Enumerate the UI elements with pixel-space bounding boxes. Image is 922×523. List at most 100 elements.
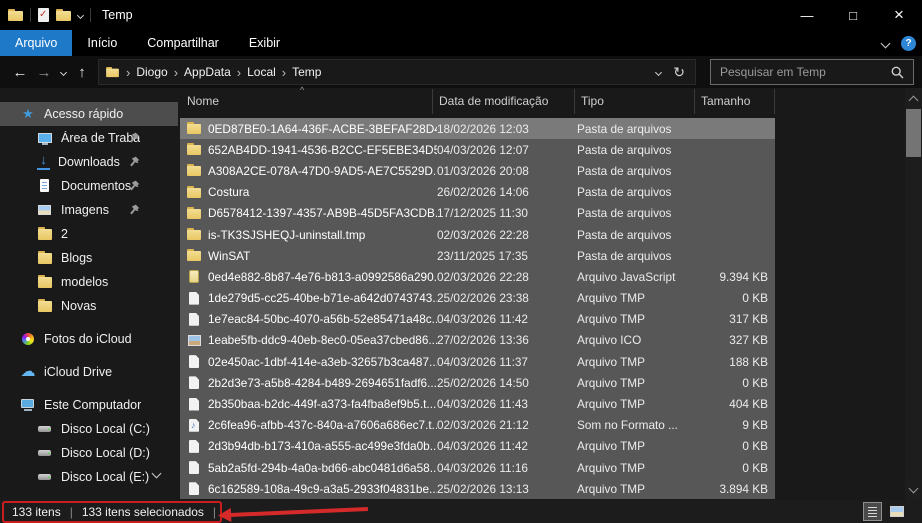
scroll-down-icon[interactable] [905, 481, 922, 498]
breadcrumb-item[interactable]: AppData [184, 65, 231, 79]
desktop-icon [37, 130, 53, 146]
type-cell: Pasta de arquivos [577, 163, 672, 178]
breadcrumb-item[interactable]: Temp [292, 65, 321, 79]
sidebar-item-novas[interactable]: Novas [0, 294, 178, 318]
icloud-photos-icon [20, 331, 36, 347]
details-view-button[interactable] [863, 502, 882, 521]
sidebar-item-disco-local-c[interactable]: Disco Local (C:) [0, 417, 178, 441]
file-row[interactable]: 1eabe5fb-ddc9-40eb-8ec0-05ea37cbed86... 2… [180, 329, 775, 352]
tab-arquivo[interactable]: Arquivo [0, 30, 73, 56]
file-row[interactable]: 02e450ac-1dbf-414e-a3eb-32657b3ca487....… [180, 351, 775, 373]
sidebar-item-area-de-trabalho[interactable]: Área de Traba [0, 126, 178, 150]
type-cell: Arquivo TMP [577, 312, 645, 327]
sidebar-item-disco-local-d[interactable]: Disco Local (D:) [0, 441, 178, 465]
file-row[interactable]: 2c6fea96-afbb-437c-840a-a7606a686ec7.t..… [180, 414, 775, 436]
sidebar-item-fotos-do-icloud[interactable]: Fotos do iCloud [0, 327, 178, 351]
folder-icon [187, 206, 202, 221]
sidebar-item-2[interactable]: 2 [0, 222, 178, 246]
thumbnails-view-icon [889, 506, 904, 517]
sidebar-item-modelos[interactable]: modelos [0, 270, 178, 294]
search-input[interactable]: Pesquisar em Temp [710, 59, 914, 85]
folder-icon [187, 163, 202, 178]
file-row[interactable]: 652AB4DD-1941-4536-B2CC-EF5EBE34D5... 04/… [180, 139, 775, 161]
type-cell: Pasta de arquivos [577, 121, 672, 136]
file-name: 1e7eac84-50bc-4070-a56b-52e85471a48c.... [208, 312, 437, 327]
maximize-button[interactable]: □ [830, 0, 876, 30]
close-button[interactable]: × [876, 0, 922, 30]
column-header-nome[interactable]: Nome [180, 89, 433, 114]
expand-ribbon-chevron-icon[interactable] [880, 38, 891, 48]
thumbnails-view-button[interactable] [887, 502, 906, 521]
sidebar-scroll-down-icon[interactable] [151, 464, 162, 482]
properties-icon[interactable]: ✓ [38, 8, 49, 22]
file-row[interactable]: 1e7eac84-50bc-4070-a56b-52e85471a48c....… [180, 308, 775, 330]
sidebar-item-downloads[interactable]: ↓ Downloads [0, 150, 178, 174]
up-button[interactable]: ↑ [70, 64, 94, 81]
sidebar-item-blogs[interactable]: Blogs [0, 246, 178, 270]
file-row[interactable]: 2b2d3e73-a5b8-4284-b489-2694651fadf6....… [180, 372, 775, 394]
drive-icon [37, 445, 53, 461]
help-icon[interactable]: ? [901, 35, 916, 51]
file-row[interactable]: 1de279d5-cc25-40be-b71e-a642d0743743... 2… [180, 287, 775, 309]
sidebar-item-imagens[interactable]: Imagens [0, 198, 178, 222]
pin-icon [129, 180, 140, 194]
column-header-tipo[interactable]: Tipo [575, 89, 695, 114]
folder-icon [187, 227, 202, 242]
tab-compartilhar[interactable]: Compartilhar [132, 30, 234, 56]
file-row[interactable]: A308A2CE-078A-47D0-9AD5-AE7C5529D... 01/0… [180, 160, 775, 182]
size-cell: 0 KB [742, 291, 768, 306]
folder-icon [187, 121, 202, 136]
location-folder-icon [106, 66, 119, 77]
type-cell: Arquivo TMP [577, 291, 645, 306]
file-icon [187, 481, 202, 496]
sidebar-item-acesso-rapido[interactable]: ★ Acesso rápido [0, 102, 178, 126]
file-name-cell: 1eabe5fb-ddc9-40eb-8ec0-05ea37cbed86... [187, 333, 437, 348]
date-modified-cell: 17/12/2025 11:30 [437, 206, 528, 221]
back-button[interactable]: ← [8, 64, 32, 81]
file-row[interactable]: 6c162589-108a-49c9-a3a5-2933f04831be....… [180, 478, 775, 500]
file-row[interactable]: 0ed4e882-8b87-4e76-b813-a0992586a290... 0… [180, 266, 775, 288]
file-name: 6c162589-108a-49c9-a3a5-2933f04831be.... [208, 481, 437, 496]
column-header-tamanho[interactable]: Tamanho [695, 89, 775, 114]
breadcrumb-item[interactable]: Local [247, 65, 276, 79]
breadcrumb-separator-icon: › [281, 64, 287, 80]
tab-exibir[interactable]: Exibir [234, 30, 295, 56]
forward-button[interactable]: → [32, 64, 56, 81]
download-icon: ↓ [37, 153, 50, 170]
file-row[interactable]: WinSAT 23/11/2025 17:35 Pasta de arquivos [180, 245, 775, 267]
customize-qat-chevron-icon[interactable] [76, 11, 85, 19]
folder-icon [37, 298, 53, 314]
column-header-data-de-modifica-o[interactable]: Data de modificação [433, 89, 575, 114]
breadcrumb[interactable]: › Diogo › AppData › Local › Temp ↻ [98, 59, 696, 85]
file-name-cell: 2b350baa-b2dc-449f-a373-fa4fba8ef9b5.t..… [187, 397, 437, 412]
file-icon [187, 291, 202, 306]
file-row[interactable]: 2b350baa-b2dc-449f-a373-fa4fba8ef9b5.t..… [180, 393, 775, 415]
file-row[interactable]: Costura 26/02/2026 14:06 Pasta de arquivos [180, 181, 775, 203]
address-bar: ← → ↑ › Diogo › AppData › Local › Temp ↻ Pesqui… [0, 56, 922, 88]
file-row[interactable]: is-TK3SJSHEQJ-uninstall.tmp 02/03/2026 22… [180, 223, 775, 246]
minimize-button[interactable]: — [784, 0, 830, 30]
sidebar-item-icloud-drive[interactable]: ☁ iCloud Drive [0, 360, 178, 384]
vertical-scrollbar[interactable] [905, 88, 922, 500]
type-cell: Arquivo ICO [577, 333, 642, 348]
drive-icon [37, 469, 53, 485]
scrollbar-thumb[interactable] [906, 109, 921, 157]
file-row[interactable]: D6578412-1397-4357-AB9B-45D5FA3CDB... 17/… [180, 202, 775, 224]
sidebar-item-documentos[interactable]: Documentos [0, 174, 178, 198]
file-row[interactable]: 0ED87BE0-1A64-436F-ACBE-3BEFAF28D4... 18/… [180, 118, 775, 140]
status-segment: 133 itens [12, 504, 61, 519]
file-name-cell: 2b2d3e73-a5b8-4284-b489-2694651fadf6.... [187, 375, 437, 390]
refresh-icon[interactable]: ↻ [673, 64, 685, 81]
recent-locations-chevron-icon[interactable] [56, 68, 70, 76]
file-row[interactable]: 2d3b94db-b173-410a-a555-ac499e3fda0b... 0… [180, 435, 775, 457]
file-row[interactable]: 5ab2a5fd-294b-4a0a-bd66-abc0481d6a58... 0… [180, 457, 775, 479]
scroll-up-icon[interactable] [905, 90, 922, 107]
sidebar-item-este-computador[interactable]: Este Computador [0, 393, 178, 417]
breadcrumb-item[interactable]: Diogo [136, 65, 167, 79]
type-cell: Arquivo TMP [577, 481, 645, 496]
address-dropdown-chevron-icon[interactable] [655, 68, 663, 76]
document-icon [37, 178, 53, 194]
sidebar-item-disco-local-e[interactable]: Disco Local (E:) [0, 465, 178, 489]
tab-inicio[interactable]: Início [72, 30, 132, 56]
new-folder-icon[interactable] [56, 8, 71, 22]
